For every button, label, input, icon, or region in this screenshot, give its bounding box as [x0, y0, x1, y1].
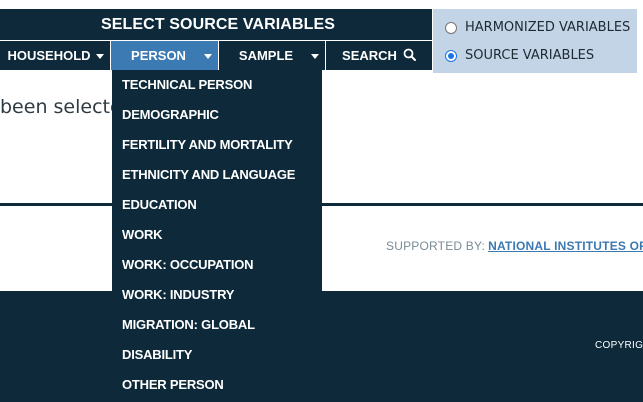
chevron-down-icon [311, 54, 319, 59]
variable-type-selector: HARMONIZED VARIABLES SOURCE VARIABLES [433, 9, 637, 73]
search-label: SEARCH [342, 48, 397, 63]
nih-link[interactable]: NATIONAL INSTITUTES OF H [488, 239, 643, 253]
menu-item-work-industry[interactable]: WORK: INDUSTRY [112, 280, 322, 310]
harmonized-radio[interactable] [445, 21, 457, 34]
source-label: SOURCE VARIABLES [465, 48, 595, 63]
tab-sample[interactable]: SAMPLE [219, 41, 326, 70]
tab-person-label: PERSON [131, 48, 186, 63]
supported-by: SUPPORTED BY: NATIONAL INSTITUTES OF H [386, 239, 643, 253]
tab-sample-label: SAMPLE [238, 48, 294, 63]
page-title: SELECT SOURCE VARIABLES [100, 15, 336, 33]
chevron-down-icon [204, 54, 212, 59]
menu-item-other-person[interactable]: OTHER PERSON [112, 370, 322, 400]
source-radio[interactable] [445, 49, 457, 62]
source-variables-option[interactable]: SOURCE VARIABLES [445, 48, 594, 63]
variable-nav: HOUSEHOLD PERSON SAMPLE SEARCH [0, 41, 432, 70]
select-variables-title: SELECT SOURCE VARIABLES [0, 9, 432, 40]
selection-status-text: been selecte [0, 96, 122, 118]
harmonized-label: HARMONIZED VARIABLES [465, 20, 631, 35]
tab-household-label: HOUSEHOLD [7, 48, 91, 63]
menu-item-migration-global[interactable]: MIGRATION: GLOBAL [112, 310, 322, 340]
menu-item-technical-person[interactable]: TECHNICAL PERSON [112, 70, 322, 100]
menu-item-demographic[interactable]: DEMOGRAPHIC [112, 100, 322, 130]
menu-item-fertility-and-mortality[interactable]: FERTILITY AND MORTALITY [112, 130, 322, 160]
menu-item-work[interactable]: WORK [112, 220, 322, 250]
chevron-down-icon [96, 54, 104, 59]
tab-household[interactable]: HOUSEHOLD [0, 41, 111, 70]
harmonized-variables-option[interactable]: HARMONIZED VARIABLES [445, 20, 630, 35]
search-icon [403, 48, 416, 64]
search-button[interactable]: SEARCH [326, 41, 432, 70]
menu-item-education[interactable]: EDUCATION [112, 190, 322, 220]
menu-item-ethnicity-and-language[interactable]: ETHNICITY AND LANGUAGE [112, 160, 322, 190]
supported-by-label: SUPPORTED BY: [386, 239, 486, 253]
person-dropdown-menu: TECHNICAL PERSON DEMOGRAPHIC FERTILITY A… [112, 70, 322, 402]
copyright-text: COPYRIGH [595, 340, 643, 351]
menu-item-work-occupation[interactable]: WORK: OCCUPATION [112, 250, 322, 280]
tab-person[interactable]: PERSON [111, 41, 219, 70]
menu-item-disability[interactable]: DISABILITY [112, 340, 322, 370]
